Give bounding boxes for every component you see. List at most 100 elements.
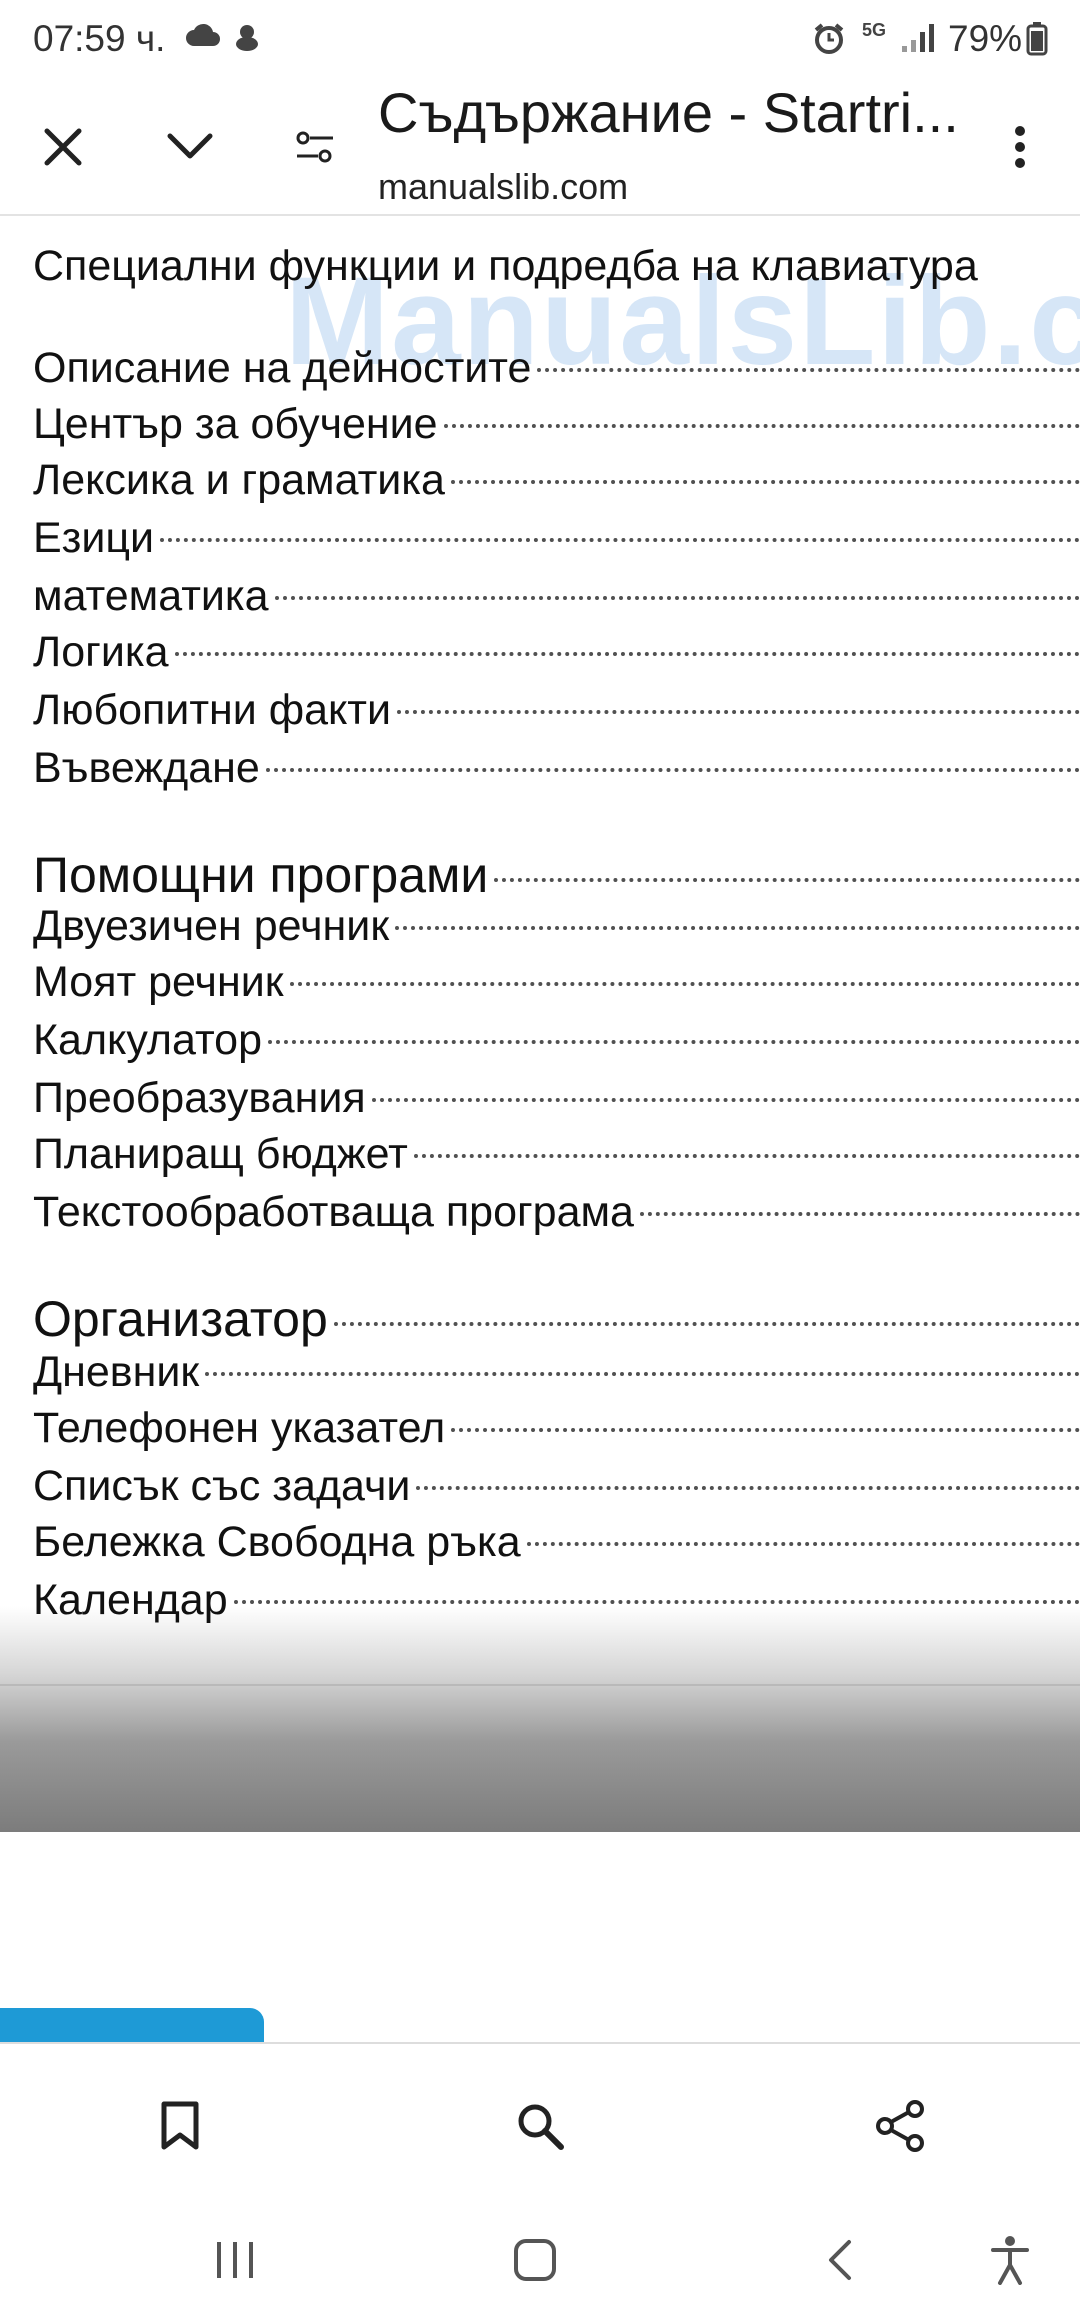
toc-leader-dots (639, 1212, 1080, 1216)
toc-entry[interactable]: Описание на дейностите (33, 344, 1080, 393)
toc-entry[interactable]: Текстообработваща програма (33, 1188, 1080, 1237)
toc-entry[interactable]: Организатор (33, 1290, 1080, 1348)
toc-entry-label: математика (33, 572, 269, 620)
toc-entry[interactable]: Дневник (33, 1348, 1080, 1397)
toc-entry[interactable]: Преобразувания (33, 1074, 1080, 1123)
alarm-icon (812, 22, 846, 61)
toc-entry[interactable]: Логика (33, 628, 1080, 677)
home-button[interactable] (500, 2232, 570, 2292)
cloud-icon (185, 22, 221, 53)
status-time: 07:59 ч. (33, 18, 166, 59)
toc-entry-label: Календар (33, 1576, 228, 1624)
toc-leader-dots (289, 982, 1080, 986)
search-button[interactable] (500, 2088, 580, 2168)
toc-entry-label: Телефонен указател (33, 1404, 446, 1452)
toc-leader-dots (494, 878, 1080, 882)
toc-entry[interactable]: Въвеждане (33, 744, 1080, 793)
recents-button[interactable] (200, 2232, 270, 2292)
toc-entry-label: Езици (33, 514, 155, 562)
page-url: manualslib.com (378, 166, 629, 207)
toc-leader-dots (537, 368, 1080, 372)
toc-entry-label: Логика (33, 628, 169, 676)
notification-icon (232, 22, 262, 57)
toc-entry[interactable]: Двуезичен речник (33, 902, 1080, 951)
system-navigation-bar (0, 2202, 1080, 2316)
battery-percentage: 79% (948, 18, 1023, 59)
toc-entry-label: Планиращ бюджет (33, 1130, 408, 1178)
home-icon (513, 2238, 557, 2287)
toc-leader-dots (450, 480, 1080, 484)
toc-entry-label: Въвеждане (33, 744, 260, 792)
toc-entry[interactable]: Лексика и граматика (33, 456, 1080, 505)
toc-leader-dots (397, 710, 1080, 714)
toc-leader-dots (333, 1322, 1080, 1326)
page-title: Съдържание - Startri... (378, 81, 959, 144)
toc-entry[interactable]: Център за обучение (33, 400, 1080, 449)
document-view[interactable]: ManualsLib.c Специални функции и подредб… (0, 216, 1080, 1832)
toc-entry-label: Калкулатор (33, 1016, 263, 1064)
page-footer-gradient (0, 1606, 1080, 1832)
toc-entry[interactable]: Езици (33, 514, 1080, 563)
back-icon (825, 2238, 855, 2287)
bottom-action-bar (0, 2042, 1080, 2204)
toc-leader-dots (268, 1040, 1080, 1044)
toc-leader-dots (416, 1486, 1080, 1490)
toc-entry-label: Преобразувания (33, 1074, 366, 1122)
toc-entry-label: Център за обучение (33, 400, 438, 448)
toc-leader-dots (526, 1542, 1080, 1546)
share-button[interactable] (860, 2088, 940, 2168)
toc-leader-dots (174, 652, 1080, 656)
network-type: 5G (862, 20, 887, 40)
toc-leader-dots (160, 538, 1080, 542)
toc-entry[interactable]: Моят речник (33, 958, 1080, 1007)
bookmark-button[interactable] (140, 2088, 220, 2168)
toc-leader-dots (233, 1600, 1080, 1604)
battery-icon (1026, 22, 1048, 61)
toc-entry-label: Бележка Свободна ръка (33, 1518, 521, 1566)
toc-entry[interactable]: Телефонен указател (33, 1404, 1080, 1453)
toc-entry-label: Организатор (33, 1291, 328, 1347)
scroll-indicator-tab[interactable] (0, 2008, 264, 2044)
toc-entry[interactable]: Помощни програми (33, 846, 1080, 904)
share-icon (875, 2099, 925, 2158)
close-icon (43, 127, 83, 172)
toc-entry-label: Описание на дейностите (33, 344, 532, 392)
toc-entry-label: Текстообработваща програма (33, 1188, 634, 1236)
toc-entry[interactable]: Специални функции и подредба на клавиату… (33, 242, 1080, 291)
toc-entry-label: Любопитни факти (33, 686, 392, 734)
accessibility-icon (990, 2235, 1030, 2290)
accessibility-button[interactable] (975, 2232, 1045, 2292)
toc-leader-dots (443, 424, 1080, 428)
tune-icon (293, 127, 337, 172)
toc-leader-dots (265, 768, 1080, 772)
divider (0, 1684, 1080, 1686)
signal-icon (900, 22, 936, 59)
toc-entry[interactable]: Бележка Свободна ръка (33, 1518, 1080, 1567)
toc-entry[interactable]: Планиращ бюджет (33, 1130, 1080, 1179)
toc-entry-label: Специални функции и подредба на клавиату… (33, 242, 978, 290)
toc-entry-label: Помощни програми (33, 847, 489, 903)
more-vert-icon (1014, 125, 1026, 174)
back-button[interactable] (805, 2232, 875, 2292)
toc-entry-label: Двуезичен речник (33, 902, 390, 950)
page-settings-button[interactable] (280, 114, 350, 184)
toc-leader-dots (205, 1372, 1080, 1376)
status-bar: 07:59 ч. 5G 79% (0, 0, 1080, 80)
toc-entry[interactable]: математика (33, 572, 1080, 621)
browser-header: Съдържание - Startri... manualslib.com (0, 80, 1080, 216)
toc-entry[interactable]: Списък със задачи (33, 1462, 1080, 1511)
bookmark-icon (160, 2101, 200, 2156)
minimize-button[interactable] (155, 114, 225, 184)
toc-leader-dots (413, 1154, 1080, 1158)
toc-entry[interactable]: Калкулатор (33, 1016, 1080, 1065)
toc-leader-dots (371, 1098, 1080, 1102)
search-icon (515, 2101, 565, 2156)
toc-entry-label: Лексика и граматика (33, 456, 445, 504)
toc-entry[interactable]: Любопитни факти (33, 686, 1080, 735)
toc-leader-dots (274, 596, 1080, 600)
toc-entry-label: Дневник (33, 1348, 200, 1396)
more-options-button[interactable] (990, 114, 1050, 184)
toc-entry-label: Списък със задачи (33, 1462, 411, 1510)
close-button[interactable] (28, 114, 98, 184)
toc-leader-dots (451, 1428, 1080, 1432)
